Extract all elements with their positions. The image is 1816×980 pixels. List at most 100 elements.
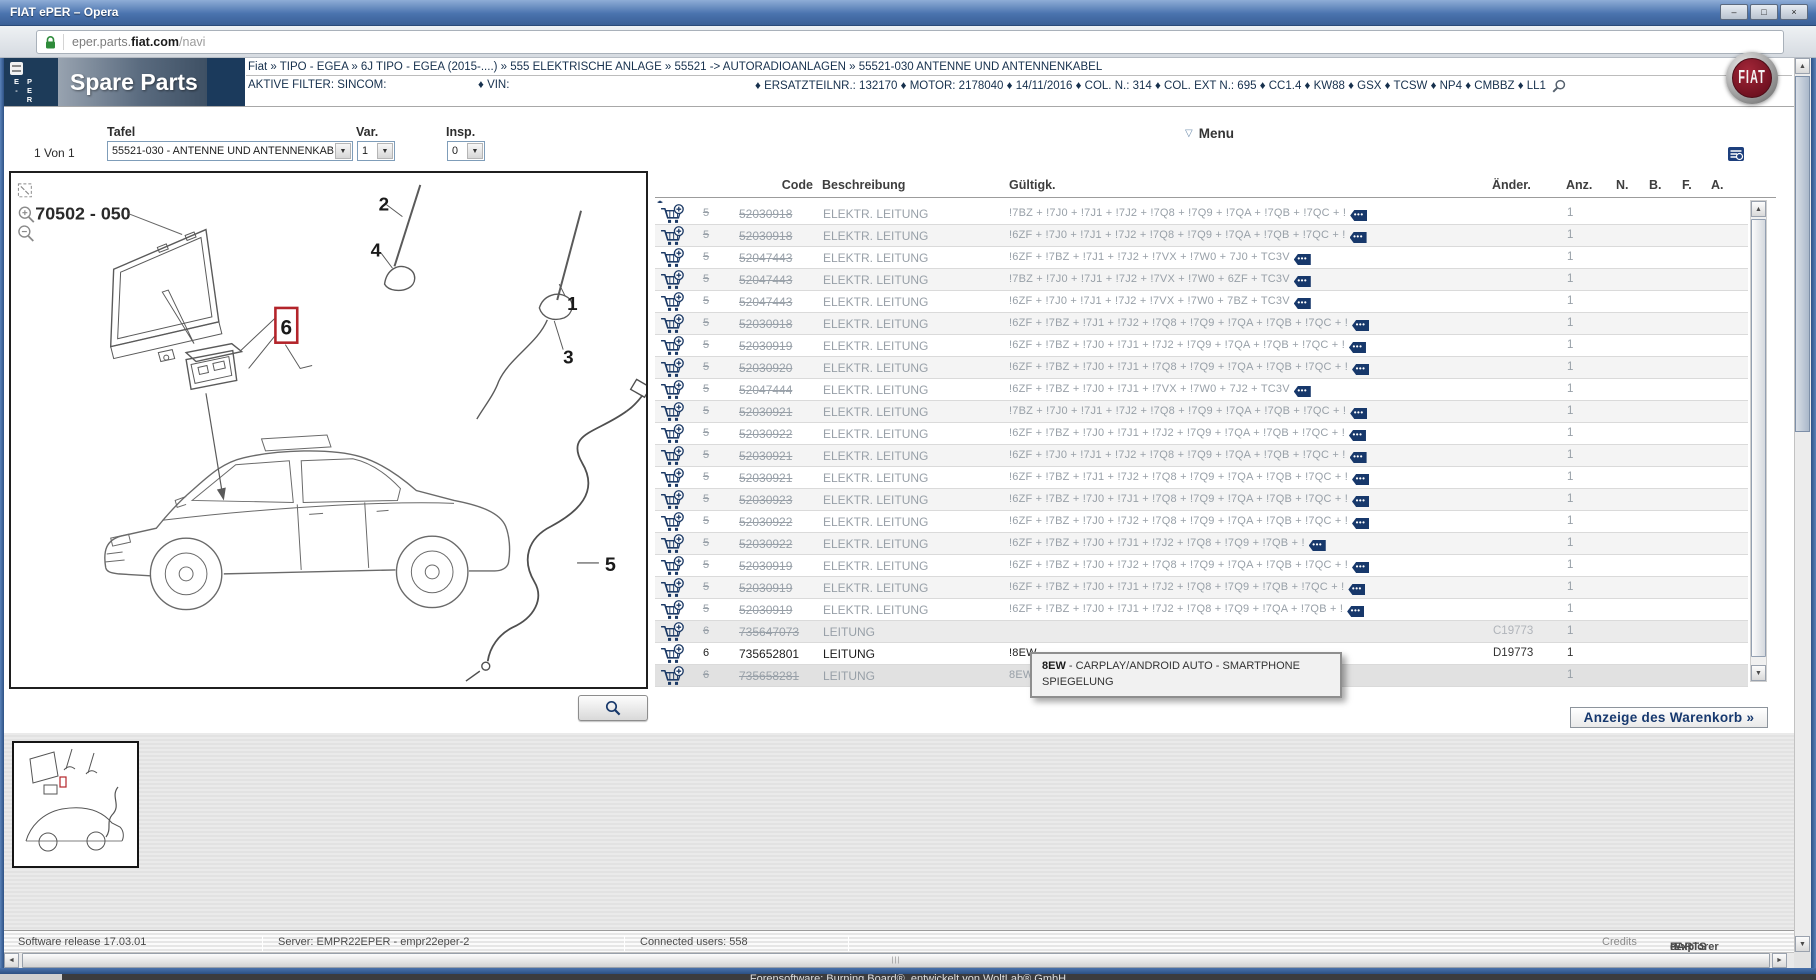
more-validity-icon[interactable]: ••• <box>1309 540 1326 551</box>
add-to-cart-button[interactable] <box>660 358 685 379</box>
table-row[interactable]: 552030923ELEKTR. LEITUNG!6ZF + !7BZ + !7… <box>655 489 1748 511</box>
add-to-cart-button[interactable] <box>660 600 685 621</box>
add-to-cart-button[interactable] <box>660 402 685 423</box>
part-code[interactable]: 52030919 <box>739 339 792 353</box>
part-code[interactable]: 52047443 <box>739 251 792 265</box>
add-to-cart-button[interactable] <box>660 644 685 665</box>
add-to-cart-button[interactable] <box>660 534 685 555</box>
add-to-cart-button[interactable] <box>660 622 685 643</box>
more-validity-icon[interactable]: ••• <box>1352 474 1369 485</box>
add-to-cart-button[interactable] <box>660 380 685 401</box>
add-to-cart-button[interactable] <box>660 314 685 335</box>
part-code[interactable]: 52047444 <box>739 383 792 397</box>
table-row[interactable]: 552047443ELEKTR. LEITUNG!6ZF + !7J0 + !7… <box>655 291 1748 313</box>
part-code[interactable]: 52030923 <box>739 493 792 507</box>
table-row[interactable]: 6735647073LEITUNGC197731 <box>655 621 1748 643</box>
diagram-expand-icon[interactable] <box>18 184 31 197</box>
horizontal-scrollbar-thumb[interactable]: ||| <box>22 953 1770 968</box>
menu-button[interactable]: ▽ Menu <box>1185 126 1234 141</box>
part-code[interactable]: 52030918 <box>739 207 792 221</box>
part-code[interactable]: 52030921 <box>739 405 792 419</box>
more-validity-icon[interactable]: ••• <box>1348 584 1365 595</box>
callout-3[interactable]: 3 <box>563 347 573 368</box>
add-to-cart-button[interactable] <box>660 424 685 445</box>
part-code[interactable]: 52030922 <box>739 515 792 529</box>
table-row[interactable]: 552030919ELEKTR. LEITUNG!6ZF + !7BZ + !7… <box>655 599 1748 621</box>
more-validity-icon[interactable]: ••• <box>1350 210 1367 221</box>
column-beschreibung[interactable]: Beschreibung <box>822 178 905 192</box>
dropdown-arrow-icon[interactable]: ▼ <box>377 143 393 159</box>
table-row[interactable]: 552030918ELEKTR. LEITUNG!7BZ + !7J0 + !7… <box>655 203 1748 225</box>
part-code[interactable]: 52047443 <box>739 273 792 287</box>
scroll-right-icon[interactable]: ► <box>1772 953 1787 968</box>
table-scrollbar-thumb[interactable] <box>1751 219 1766 657</box>
table-row[interactable]: 552030919ELEKTR. LEITUNG!6ZF + !7BZ + !7… <box>655 555 1748 577</box>
table-row[interactable]: 552030918ELEKTR. LEITUNG!6ZF + !7J0 + !7… <box>655 225 1748 247</box>
callout-5[interactable]: 5 <box>605 554 616 576</box>
part-code[interactable]: 52030919 <box>739 581 792 595</box>
more-validity-icon[interactable]: ••• <box>1294 276 1311 287</box>
table-row[interactable]: 552030918ELEKTR. LEITUNG!6ZF + !7BZ + !7… <box>655 313 1748 335</box>
close-button[interactable]: × <box>1780 4 1808 20</box>
part-code[interactable]: 52030918 <box>739 317 792 331</box>
part-code[interactable]: 735652801 <box>739 647 799 661</box>
more-validity-icon[interactable]: ••• <box>1350 452 1367 463</box>
table-row[interactable]: 552030922ELEKTR. LEITUNG!6ZF + !7BZ + !7… <box>655 511 1748 533</box>
table-row[interactable]: 552030921ELEKTR. LEITUNG!7BZ + !7J0 + !7… <box>655 401 1748 423</box>
column-gueltigkeit[interactable]: Gültigk. <box>1009 178 1056 192</box>
table-row[interactable]: 552030922ELEKTR. LEITUNG!6ZF + !7BZ + !7… <box>655 423 1748 445</box>
column-a[interactable]: A. <box>1711 178 1724 192</box>
table-scrollbar[interactable]: ▲ ▼ <box>1750 200 1767 682</box>
part-code[interactable]: 52030921 <box>739 471 792 485</box>
browser-vertical-scrollbar[interactable]: ▲ ▼ <box>1794 58 1811 952</box>
more-validity-icon[interactable]: ••• <box>1352 562 1369 573</box>
column-f[interactable]: F. <box>1682 178 1692 192</box>
more-validity-icon[interactable]: ••• <box>1352 496 1369 507</box>
address-bar[interactable]: eper.parts.fiat.com/navi <box>36 30 1784 54</box>
table-row[interactable]: 552047443ELEKTR. LEITUNG!7BZ + !7J0 + !7… <box>655 269 1748 291</box>
more-validity-icon[interactable]: ••• <box>1294 254 1311 265</box>
more-validity-icon[interactable]: ••• <box>1294 298 1311 309</box>
column-n[interactable]: N. <box>1616 178 1629 192</box>
part-code[interactable]: 52047443 <box>739 295 792 309</box>
insp-select[interactable]: 0▼ <box>447 141 485 161</box>
scroll-left-icon[interactable]: ◄ <box>4 953 19 968</box>
part-code[interactable]: 52030922 <box>739 537 792 551</box>
table-row[interactable]: 552030919ELEKTR. LEITUNG!6ZF + !7BZ + !7… <box>655 577 1748 599</box>
scroll-up-icon[interactable]: ▲ <box>1751 201 1766 217</box>
callout-4[interactable]: 4 <box>371 239 382 260</box>
browser-scrollbar-thumb[interactable] <box>1795 76 1810 432</box>
more-validity-icon[interactable]: ••• <box>1352 518 1369 529</box>
column-b[interactable]: B. <box>1649 178 1662 192</box>
add-to-cart-button[interactable] <box>660 468 685 489</box>
column-aenderung[interactable]: Änder. <box>1492 178 1531 192</box>
zoom-out-icon[interactable] <box>19 226 33 241</box>
part-code[interactable]: 52030919 <box>739 559 792 573</box>
filter-search-icon[interactable] <box>1552 79 1566 93</box>
more-validity-icon[interactable]: ••• <box>1350 408 1367 419</box>
add-to-cart-button[interactable] <box>660 226 685 247</box>
table-row[interactable]: 552030922ELEKTR. LEITUNG!6ZF + !7BZ + !7… <box>655 533 1748 555</box>
scroll-down-icon[interactable]: ▼ <box>1751 665 1766 681</box>
more-validity-icon[interactable]: ••• <box>1350 232 1367 243</box>
var-select[interactable]: 1▼ <box>357 141 395 161</box>
diagram-thumbnail[interactable] <box>12 741 139 868</box>
column-code[interactable]: Code <box>735 178 813 192</box>
table-row[interactable]: 552047444ELEKTR. LEITUNG!6ZF + !7BZ + !7… <box>655 379 1748 401</box>
more-validity-icon[interactable]: ••• <box>1352 364 1369 375</box>
part-code[interactable]: 52030918 <box>739 229 792 243</box>
more-validity-icon[interactable]: ••• <box>1347 606 1364 617</box>
part-code[interactable]: 735647073 <box>739 625 799 639</box>
scroll-down-icon[interactable]: ▼ <box>1795 936 1810 952</box>
more-validity-icon[interactable]: ••• <box>1349 430 1366 441</box>
column-anzahl[interactable]: Anz. <box>1566 178 1592 192</box>
add-to-cart-button[interactable] <box>660 556 685 577</box>
add-to-cart-button[interactable] <box>660 292 685 313</box>
part-code[interactable]: 52030921 <box>739 449 792 463</box>
scroll-up-icon[interactable]: ▲ <box>1795 58 1810 74</box>
add-to-cart-button[interactable] <box>660 248 685 269</box>
more-validity-icon[interactable]: ••• <box>1349 342 1366 353</box>
add-to-cart-button[interactable] <box>660 578 685 599</box>
dropdown-arrow-icon[interactable]: ▼ <box>467 143 483 159</box>
part-code[interactable]: 52030920 <box>739 361 792 375</box>
